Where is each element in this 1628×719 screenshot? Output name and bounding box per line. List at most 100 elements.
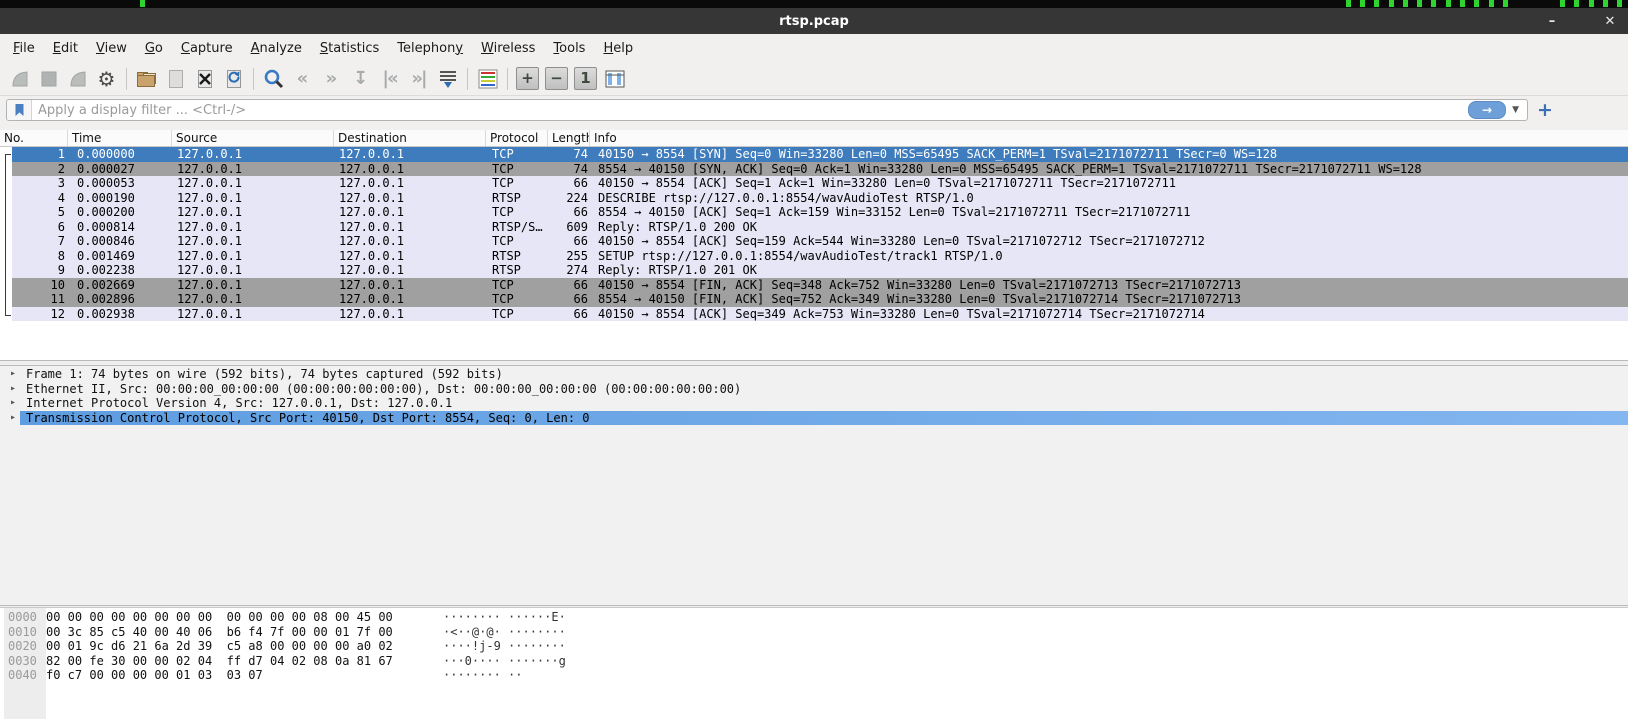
packet-length: 274 [548, 263, 590, 278]
packet-row[interactable]: 80.001469127.0.0.1127.0.0.1RTSP255SETUP … [12, 249, 1628, 264]
menu-item-telephony[interactable]: Telephony [388, 41, 472, 56]
menu-item-go[interactable]: Go [136, 41, 172, 56]
hex-row[interactable]: 001000 3c 85 c5 40 00 40 06 b6 f4 7f 00 … [0, 625, 1628, 640]
hex-row[interactable]: 0040f0 c7 00 00 00 00 01 03 03 07·······… [0, 668, 1628, 683]
start-capture-icon[interactable] [6, 65, 33, 92]
packet-source: 127.0.0.1 [172, 162, 334, 177]
detail-text: Ethernet II, Src: 00:00:00_00:00:00 (00:… [26, 382, 741, 396]
detail-row[interactable]: ▸Internet Protocol Version 4, Src: 127.0… [0, 396, 1628, 411]
packet-source: 127.0.0.1 [172, 263, 334, 278]
go-back-icon[interactable]: « [289, 65, 316, 92]
close-button[interactable]: ✕ [1596, 8, 1624, 34]
packet-length: 66 [548, 234, 590, 249]
packet-length: 255 [548, 249, 590, 264]
zoom-in-icon[interactable]: + [514, 65, 541, 92]
apply-filter-button[interactable]: → [1468, 101, 1506, 119]
column-header-length[interactable]: Length [548, 130, 590, 146]
last-packet-icon[interactable]: »| [405, 65, 432, 92]
save-file-icon[interactable] [162, 65, 189, 92]
column-header-protocol[interactable]: Protocol [486, 130, 548, 146]
menu-item-view[interactable]: View [87, 41, 136, 56]
display-filter-field[interactable]: → ▼ [6, 99, 1528, 121]
packet-time: 0.000814 [68, 220, 172, 235]
go-to-packet-icon[interactable]: ↧ [347, 65, 374, 92]
go-forward-icon[interactable]: » [318, 65, 345, 92]
hex-row[interactable]: 003082 00 fe 30 00 00 02 04 ff d7 04 02 … [0, 654, 1628, 669]
expander-triangle-icon[interactable]: ▸ [10, 382, 16, 397]
zoom-out-icon[interactable]: − [543, 65, 570, 92]
packet-time: 0.000000 [68, 147, 172, 162]
capture-options-icon[interactable]: ⚙ [93, 65, 120, 92]
reload-file-icon[interactable] [220, 65, 247, 92]
packet-row[interactable]: 20.000027127.0.0.1127.0.0.1TCP748554 → 4… [12, 162, 1628, 177]
find-packet-icon[interactable] [260, 65, 287, 92]
detail-row[interactable]: ▸Frame 1: 74 bytes on wire (592 bits), 7… [0, 367, 1628, 382]
packet-row[interactable]: 50.000200127.0.0.1127.0.0.1TCP668554 → 4… [12, 205, 1628, 220]
packet-source: 127.0.0.1 [172, 278, 334, 293]
first-packet-icon[interactable]: |« [376, 65, 403, 92]
display-filter-input[interactable] [32, 103, 1468, 118]
column-header-destination[interactable]: Destination [334, 130, 486, 146]
menu-item-analyze[interactable]: Analyze [242, 41, 311, 56]
column-header-time[interactable]: Time [68, 130, 172, 146]
column-header-no[interactable]: No. [0, 130, 68, 146]
packet-row[interactable]: 100.002669127.0.0.1127.0.0.1TCP6640150 →… [12, 278, 1628, 293]
stop-capture-icon[interactable] [35, 65, 62, 92]
zoom-original-icon[interactable]: 1 [572, 65, 599, 92]
colorize-icon[interactable] [474, 65, 501, 92]
hex-row[interactable]: 000000 00 00 00 00 00 00 00 00 00 00 00 … [0, 610, 1628, 625]
resize-columns-icon[interactable] [601, 65, 628, 92]
hex-row[interactable]: 002000 01 9c d6 21 6a 2d 39 c5 a8 00 00 … [0, 639, 1628, 654]
packet-row[interactable]: 120.002938127.0.0.1127.0.0.1TCP6640150 →… [12, 307, 1628, 322]
packet-length: 66 [548, 205, 590, 220]
menu-item-file[interactable]: File [4, 41, 44, 56]
packet-row[interactable]: 90.002238127.0.0.1127.0.0.1RTSP274Reply:… [12, 263, 1628, 278]
open-file-icon[interactable] [133, 65, 160, 92]
packet-protocol: TCP [486, 278, 548, 293]
packet-row[interactable]: 60.000814127.0.0.1127.0.0.1RTSP/S…609Rep… [12, 220, 1628, 235]
terminal-text-tick [1374, 0, 1379, 7]
detail-row[interactable]: ▸ Ethernet II, Src: 00:00:00_00:00:00 (00… [0, 382, 1628, 397]
packet-row[interactable]: 70.000846127.0.0.1127.0.0.1TCP6640150 → … [12, 234, 1628, 249]
menu-item-capture[interactable]: Capture [172, 41, 242, 56]
packet-destination: 127.0.0.1 [334, 307, 486, 322]
hex-hex: 00 00 00 00 00 00 00 00 00 00 00 00 08 0… [46, 610, 393, 625]
column-header-source[interactable]: Source [172, 130, 334, 146]
filter-bookmark-button[interactable] [7, 100, 32, 120]
menu-item-tools[interactable]: Tools [544, 41, 594, 56]
close-file-icon[interactable] [191, 65, 218, 92]
add-filter-button[interactable]: + [1537, 101, 1553, 120]
filter-dropdown-caret-icon[interactable]: ▼ [1512, 105, 1519, 115]
wireshark-window: rtsp.pcap – ✕ FileEditViewGoCaptureAnaly… [0, 0, 1628, 719]
packet-destination: 127.0.0.1 [334, 205, 486, 220]
packet-time: 0.000190 [68, 191, 172, 206]
packet-source: 127.0.0.1 [172, 307, 334, 322]
detail-row[interactable]: ▸Transmission Control Protocol, Src Port… [20, 411, 1628, 426]
packet-row[interactable]: 10.000000127.0.0.1127.0.0.1TCP7440150 → … [12, 147, 1628, 162]
expander-triangle-icon[interactable]: ▸ [10, 396, 16, 411]
menu-item-help[interactable]: Help [594, 41, 642, 56]
expander-triangle-icon[interactable]: ▸ [10, 411, 16, 426]
auto-scroll-icon[interactable] [434, 65, 461, 92]
terminal-text-tick [1389, 0, 1394, 7]
packet-no: 1 [12, 147, 68, 162]
title-bar: rtsp.pcap – ✕ [0, 8, 1628, 34]
restart-capture-icon[interactable] [64, 65, 91, 92]
terminal-text-tick [1560, 0, 1565, 7]
terminal-text-tick [140, 0, 145, 7]
packet-time: 0.002938 [68, 307, 172, 322]
packet-length: 66 [548, 307, 590, 322]
packet-row[interactable]: 40.000190127.0.0.1127.0.0.1RTSP224DESCRI… [12, 191, 1628, 206]
minimize-button[interactable]: – [1538, 8, 1566, 34]
packet-time: 0.001469 [68, 249, 172, 264]
menu-item-edit[interactable]: Edit [44, 41, 87, 56]
packet-protocol: RTSP [486, 191, 548, 206]
column-header-info[interactable]: Info [590, 130, 1628, 146]
packet-destination: 127.0.0.1 [334, 278, 486, 293]
packet-row[interactable]: 110.002896127.0.0.1127.0.0.1TCP668554 → … [12, 292, 1628, 307]
expander-triangle-icon[interactable]: ▸ [10, 367, 16, 382]
menu-item-wireless[interactable]: Wireless [472, 41, 544, 56]
packet-row[interactable]: 30.000053127.0.0.1127.0.0.1TCP6640150 → … [12, 176, 1628, 191]
menu-item-statistics[interactable]: Statistics [311, 41, 388, 56]
packet-destination: 127.0.0.1 [334, 162, 486, 177]
